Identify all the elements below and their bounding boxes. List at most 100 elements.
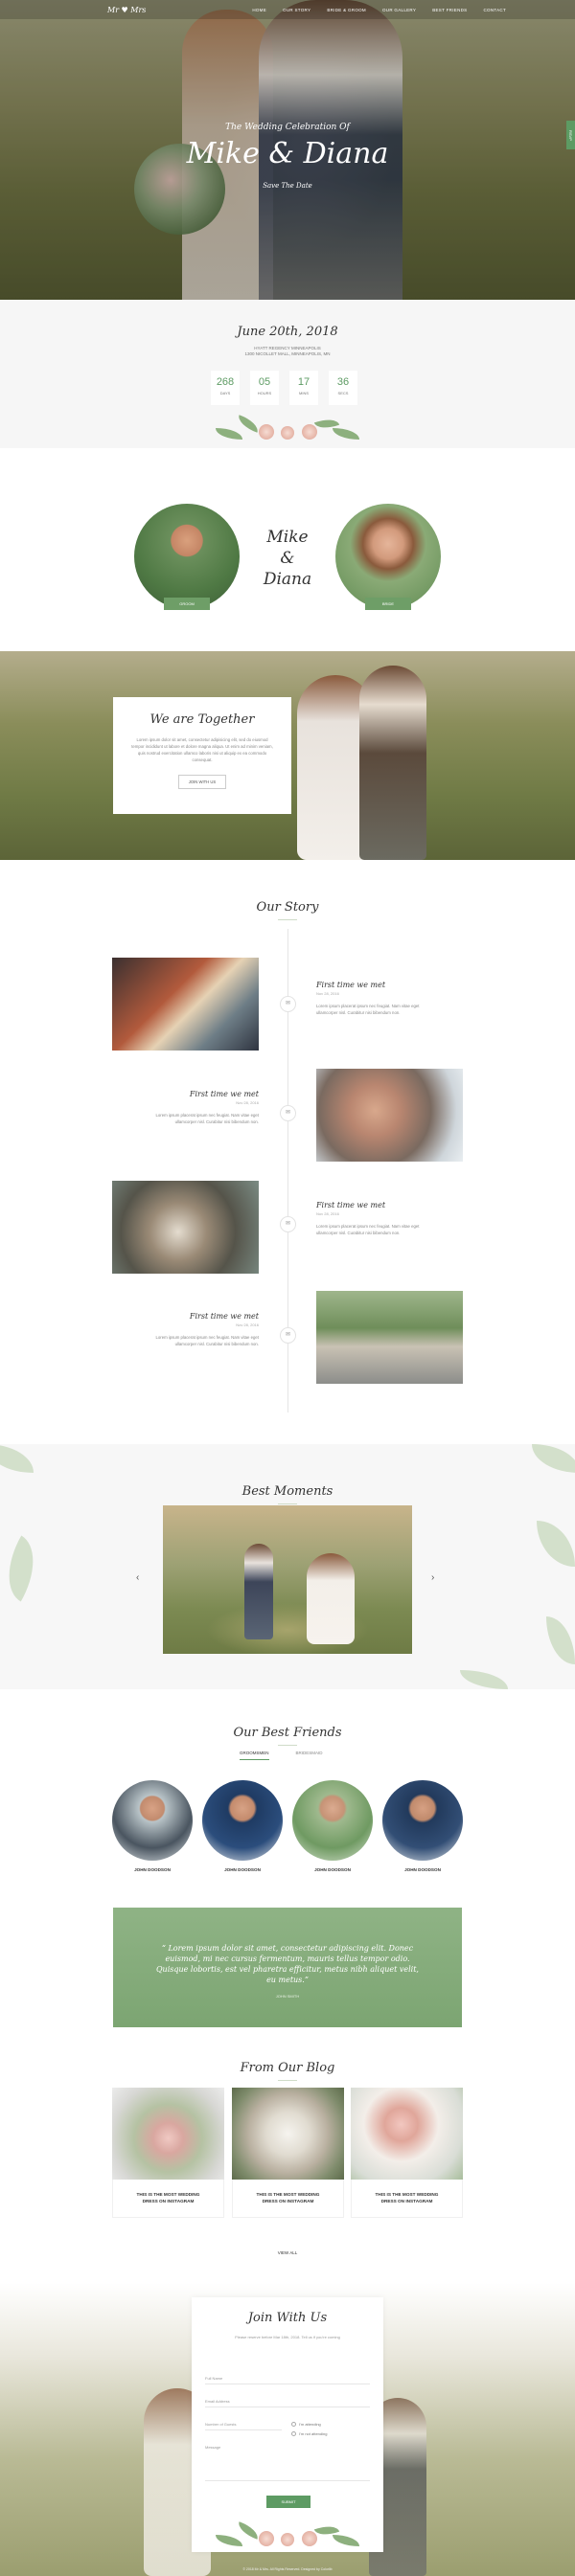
testimonial-quote: “ Lorem ipsum dolor sit amet, consectetu… bbox=[156, 1944, 419, 1984]
friend-photo bbox=[112, 1780, 193, 1861]
story-heading: First time we met bbox=[316, 981, 386, 989]
friend-card: JOHN DOODSON bbox=[112, 1780, 193, 1872]
nav-home[interactable]: Home bbox=[252, 8, 266, 12]
guests-field[interactable]: Number of Guests bbox=[205, 2422, 282, 2430]
friend-card: JOHN DOODSON bbox=[292, 1780, 373, 1872]
timeline-dot-icon: ✉ bbox=[280, 1327, 296, 1344]
friend-name: JOHN DOODSON bbox=[404, 1867, 441, 1872]
nav-best-friends[interactable]: Best Friends bbox=[432, 8, 467, 12]
moment-photo bbox=[163, 1505, 412, 1654]
story-image-1 bbox=[112, 958, 259, 1051]
couple-name-ampersand: & bbox=[280, 549, 295, 568]
friend-photo bbox=[292, 1780, 373, 1861]
blog-section: From Our Blog THIS IS THE MOST WEDDING D… bbox=[0, 2053, 575, 2283]
story-heading: First time we met bbox=[189, 1090, 259, 1098]
radio-icon bbox=[291, 2422, 296, 2427]
countdown-timer: 268 DAYS 05 HOURS 17 MINS 36 SECS bbox=[211, 371, 357, 405]
story-event-2: First time we met Nov 28, 2016 Lorem ips… bbox=[144, 1090, 259, 1125]
nav-gallery[interactable]: Our Gallery bbox=[382, 8, 416, 12]
blog-post-title-line: THIS IS THE MOST WEDDING bbox=[256, 2192, 320, 2197]
nav-our-story[interactable]: Our Story bbox=[283, 8, 310, 12]
bride-ribbon: BRIDE bbox=[365, 598, 411, 610]
attending-label: I'm attending bbox=[299, 2422, 321, 2427]
main-menu: Home Our Story Bride & Groom Our Gallery… bbox=[252, 8, 506, 12]
story-image-4 bbox=[316, 1291, 463, 1384]
site-logo[interactable]: Mr ♥ Mrs bbox=[21, 6, 252, 14]
friends-tabs: GROOMSMEN BRIDESMAID bbox=[240, 1751, 323, 1760]
footer-copyright: © 2018 Mr & Mrs. All Rights Reserved. De… bbox=[242, 2567, 333, 2571]
wedding-date: June 20th, 2018 bbox=[237, 325, 338, 339]
countdown-value: 36 bbox=[336, 376, 350, 388]
couple-name-bride: Diana bbox=[263, 570, 312, 589]
blog-post-title-line: THIS IS THE MOST WEDDING bbox=[375, 2192, 439, 2197]
story-date: Nov 28, 2016 bbox=[316, 991, 339, 996]
friends-section: Our Best Friends GROOMSMEN BRIDESMAID JO… bbox=[0, 1689, 575, 2053]
decorative-leaf bbox=[0, 1535, 50, 1602]
decorative-leaf bbox=[537, 1521, 575, 1567]
story-date: Nov 28, 2016 bbox=[316, 1211, 339, 1216]
blog-post-caption: THIS IS THE MOST WEDDING DRESS ON INSTAG… bbox=[351, 2180, 463, 2218]
testimonial-box: “ Lorem ipsum dolor sit amet, consectetu… bbox=[113, 1908, 462, 2027]
countdown-mins: 17 MINS bbox=[289, 371, 318, 405]
name-field[interactable]: Full Name bbox=[205, 2376, 370, 2384]
submit-button[interactable]: SUBMIT bbox=[266, 2496, 310, 2508]
blog-post[interactable]: THIS IS THE MOST WEDDING DRESS ON INSTAG… bbox=[112, 2088, 224, 2218]
nav-bride-groom[interactable]: Bride & Groom bbox=[327, 8, 366, 12]
story-date: Nov 28, 2016 bbox=[236, 1100, 259, 1105]
timeline-dot-icon: ✉ bbox=[280, 1105, 296, 1121]
couple-name-groom: Mike bbox=[266, 528, 309, 547]
friend-card: JOHN DOODSON bbox=[202, 1780, 283, 1872]
blog-post[interactable]: THIS IS THE MOST WEDDING DRESS ON INSTAG… bbox=[232, 2088, 344, 2218]
venue-line-2: 1300 NICOLLET MALL, MINNEAPOLIS, MN bbox=[244, 351, 331, 356]
radio-icon bbox=[291, 2431, 296, 2436]
floral-divider bbox=[216, 415, 359, 445]
top-navigation: Mr ♥ Mrs Home Our Story Bride & Groom Ou… bbox=[0, 0, 575, 19]
rsvp-form: Join With Us Please reserve before Mar 1… bbox=[192, 2297, 383, 2552]
story-heading: First time we met bbox=[189, 1312, 259, 1321]
hero-subtitle: The Wedding Celebration Of bbox=[225, 123, 350, 132]
join-with-us-button[interactable]: JOIN WITH US bbox=[177, 775, 227, 789]
tab-groomsmen[interactable]: GROOMSMEN bbox=[240, 1751, 269, 1760]
story-image-2 bbox=[316, 1069, 463, 1162]
blog-post-title-line: THIS IS THE MOST WEDDING bbox=[136, 2192, 200, 2197]
blog-post-image bbox=[232, 2088, 344, 2180]
blog-post-caption: THIS IS THE MOST WEDDING DRESS ON INSTAG… bbox=[232, 2180, 344, 2218]
blog-post-title-line: DRESS ON INSTAGRAM bbox=[262, 2199, 314, 2203]
together-text: Lorem ipsum dolor sit amet, consectetur … bbox=[131, 737, 273, 762]
countdown-label: MINS bbox=[299, 391, 309, 395]
carousel-next-icon[interactable]: › bbox=[431, 1572, 434, 1583]
story-image-3 bbox=[112, 1181, 259, 1274]
decorative-leaf bbox=[0, 1444, 34, 1473]
email-field[interactable]: Email Address bbox=[205, 2399, 370, 2407]
view-all-link[interactable]: VIEW ALL bbox=[268, 2250, 307, 2255]
moment-groom-figure bbox=[244, 1544, 273, 1639]
nav-contact[interactable]: Contact bbox=[483, 8, 506, 12]
countdown-days: 268 DAYS bbox=[211, 371, 240, 405]
friend-name: JOHN DOODSON bbox=[134, 1867, 171, 1872]
countdown-label: HOURS bbox=[257, 391, 272, 395]
bride-portrait bbox=[335, 504, 441, 609]
rsvp-title: Join With Us bbox=[247, 2311, 328, 2325]
blog-title: From Our Blog bbox=[0, 2061, 575, 2081]
not-attending-radio[interactable]: I'm not attending bbox=[291, 2431, 327, 2436]
moments-section: Best Moments ‹ › bbox=[0, 1444, 575, 1689]
blog-post-caption: THIS IS THE MOST WEDDING DRESS ON INSTAG… bbox=[112, 2180, 224, 2218]
blog-post[interactable]: THIS IS THE MOST WEDDING DRESS ON INSTAG… bbox=[351, 2088, 463, 2218]
moment-bride-figure bbox=[307, 1553, 355, 1644]
hero-tagline: Save The Date bbox=[263, 182, 312, 190]
groom-ribbon: GROOM bbox=[164, 598, 210, 610]
message-field[interactable]: Message bbox=[205, 2445, 370, 2481]
tab-bridesmaid[interactable]: BRIDESMAID bbox=[296, 1751, 323, 1760]
countdown-value: 268 bbox=[216, 376, 235, 388]
decorative-leaf bbox=[532, 1444, 575, 1473]
rsvp-side-tab[interactable]: RSVP bbox=[566, 121, 575, 149]
blog-post-title-line: DRESS ON INSTAGRAM bbox=[142, 2199, 195, 2203]
countdown-label: SECS bbox=[337, 391, 349, 395]
story-date: Nov 28, 2016 bbox=[236, 1322, 259, 1327]
countdown-value: 17 bbox=[297, 376, 310, 388]
rsvp-side-tab-label: RSVP bbox=[568, 129, 573, 141]
carousel-prev-icon[interactable]: ‹ bbox=[136, 1572, 139, 1583]
attending-radio[interactable]: I'm attending bbox=[291, 2422, 321, 2427]
story-heading: First time we met bbox=[316, 1201, 386, 1209]
form-floral-decoration bbox=[216, 2521, 359, 2552]
